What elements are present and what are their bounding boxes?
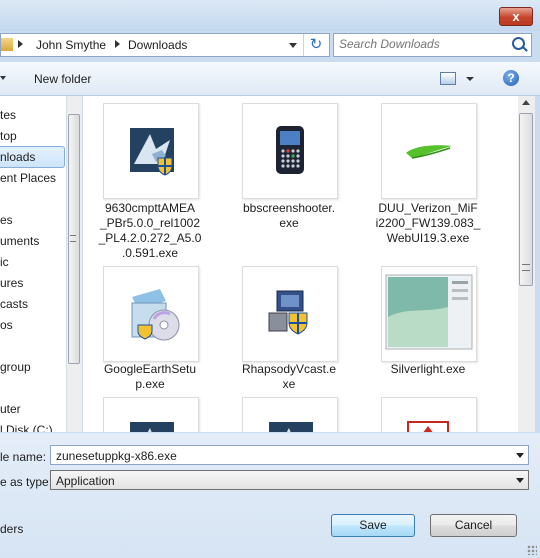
breadcrumb-downloads[interactable]: Downloads <box>128 38 187 52</box>
nav-item-local-disk[interactable]: l Disk (C:) <box>0 420 53 432</box>
file-name[interactable]: GoogleEarthSetu p.exe <box>95 362 205 392</box>
nav-item-videos[interactable]: os <box>0 315 13 335</box>
file-name-line: bbscreenshooter. <box>242 201 336 215</box>
save-type-select[interactable]: Application <box>50 470 529 490</box>
installer-shield-icon <box>130 422 174 432</box>
file-pane: 9630cmpttAMEA _PBr5.0.0_rel1002 _PL4.2.0… <box>83 96 518 432</box>
nav-item-documents[interactable]: uments <box>0 231 39 251</box>
filename-label: le name: <box>0 450 47 464</box>
file-pane-scrollbar[interactable] <box>518 96 535 432</box>
file-thumbnail[interactable] <box>103 103 199 199</box>
installer-shield-icon <box>269 422 313 432</box>
file-name[interactable]: bbscreenshooter. exe <box>234 201 344 231</box>
file-name-line: p.exe <box>135 377 165 391</box>
file-thumbnail[interactable] <box>242 397 338 432</box>
file-name-line: RhapsodyVcast.e <box>241 362 337 376</box>
file-thumbnail[interactable] <box>381 266 477 362</box>
file-name-line: exe <box>279 216 299 230</box>
scroll-up-arrow-icon[interactable] <box>522 100 530 105</box>
organize-dropdown-icon[interactable] <box>0 76 6 80</box>
address-bar[interactable]: John Smythe Downloads ↻ <box>0 33 330 57</box>
file-thumbnail[interactable] <box>381 397 477 432</box>
search-box[interactable] <box>333 33 532 57</box>
nav-item-podcasts[interactable]: casts <box>0 294 28 314</box>
chevron-right-icon[interactable] <box>18 40 23 48</box>
nav-item-favorites[interactable]: tes <box>0 105 16 125</box>
title-bar: x <box>0 0 540 31</box>
file-name[interactable]: 9630cmpttAMEA _PBr5.0.0_rel1002 _PL4.2.0… <box>95 201 205 261</box>
file-name[interactable]: Silverlight.exe <box>373 362 483 377</box>
file-name[interactable]: DUU_Verizon_MiF i2200_FW139.083_ WebUI19… <box>373 201 483 246</box>
nav-item-desktop[interactable]: top <box>0 126 17 146</box>
file-thumbnail[interactable] <box>242 103 338 199</box>
resize-grip-icon[interactable] <box>527 545 537 555</box>
file-name-line: 9630cmpttAMEA <box>104 201 196 215</box>
nav-item-libraries[interactable]: es <box>0 210 13 230</box>
chevron-down-icon[interactable] <box>516 453 524 458</box>
filename-field[interactable]: zunesetuppkg-x86.exe <box>50 445 529 465</box>
save-type-value: Application <box>56 474 115 488</box>
red-document-icon <box>407 421 449 432</box>
file-name-line: DUU_Verizon_MiF <box>378 201 478 215</box>
toolbar: New folder ? <box>0 62 540 96</box>
search-input[interactable] <box>339 37 509 51</box>
file-thumbnail[interactable] <box>103 397 199 432</box>
grip-icon <box>70 235 76 242</box>
file-name-line: i2200_FW139.083_ <box>375 216 481 230</box>
help-icon[interactable]: ? <box>503 70 519 86</box>
scrollbar-thumb[interactable] <box>519 113 533 286</box>
silverlight-window-icon <box>385 274 473 350</box>
nav-item-recent-places[interactable]: ent Places <box>0 168 56 188</box>
file-thumbnail[interactable] <box>103 266 199 362</box>
verizon-check-icon <box>406 145 452 159</box>
file-name-line: Silverlight.exe <box>390 362 466 376</box>
save-form: le name: zunesetuppkg-x86.exe e as type:… <box>0 433 540 558</box>
installer-computer-shield-icon <box>268 290 308 335</box>
file-name-line: .0.591.exe <box>121 246 179 260</box>
nav-scrollbar[interactable] <box>67 96 82 432</box>
search-icon[interactable] <box>512 37 525 50</box>
file-name-line: WebUI19.3.exe <box>386 231 470 245</box>
chevron-down-icon[interactable] <box>516 478 524 483</box>
nav-item-music[interactable]: ic <box>0 252 9 272</box>
hide-folders-toggle[interactable]: ders <box>0 522 23 536</box>
file-name[interactable]: RhapsodyVcast.e xe <box>234 362 344 392</box>
navigation-pane: tes top nloads ent Places es uments ic u… <box>0 96 67 432</box>
file-name-line: GoogleEarthSetu <box>103 362 197 376</box>
close-button[interactable]: x <box>499 7 533 26</box>
save-type-label: e as type: <box>0 475 53 489</box>
nav-item-homegroup[interactable]: group <box>0 357 31 377</box>
filename-value[interactable]: zunesetuppkg-x86.exe <box>56 449 177 463</box>
folder-icon <box>1 38 13 51</box>
blackberry-phone-icon <box>276 126 304 174</box>
breadcrumb-user[interactable]: John Smythe <box>36 38 106 52</box>
nav-item-pictures[interactable]: ures <box>0 273 23 293</box>
nav-item-computer[interactable]: uter <box>0 399 21 419</box>
grip-icon <box>522 264 530 271</box>
file-name-line: xe <box>282 377 296 391</box>
address-dropdown-button[interactable] <box>287 34 301 56</box>
file-thumbnail[interactable] <box>381 103 477 199</box>
setup-disc-icon <box>131 289 180 341</box>
refresh-button[interactable]: ↻ <box>303 34 328 56</box>
installer-shield-icon <box>130 128 174 176</box>
file-name-line: _PBr5.0.0_rel1002 <box>99 216 201 230</box>
nav-item-downloads[interactable]: nloads <box>0 146 65 168</box>
view-dropdown-icon[interactable] <box>466 77 474 81</box>
new-folder-button[interactable]: New folder <box>34 72 91 86</box>
file-name-line: _PL4.2.0.272_A5.0 <box>98 231 202 245</box>
view-options-icon[interactable] <box>440 72 456 85</box>
chevron-right-icon[interactable] <box>115 40 120 48</box>
cancel-button[interactable]: Cancel <box>430 514 517 537</box>
file-thumbnail[interactable] <box>242 266 338 362</box>
save-button[interactable]: Save <box>331 514 415 537</box>
